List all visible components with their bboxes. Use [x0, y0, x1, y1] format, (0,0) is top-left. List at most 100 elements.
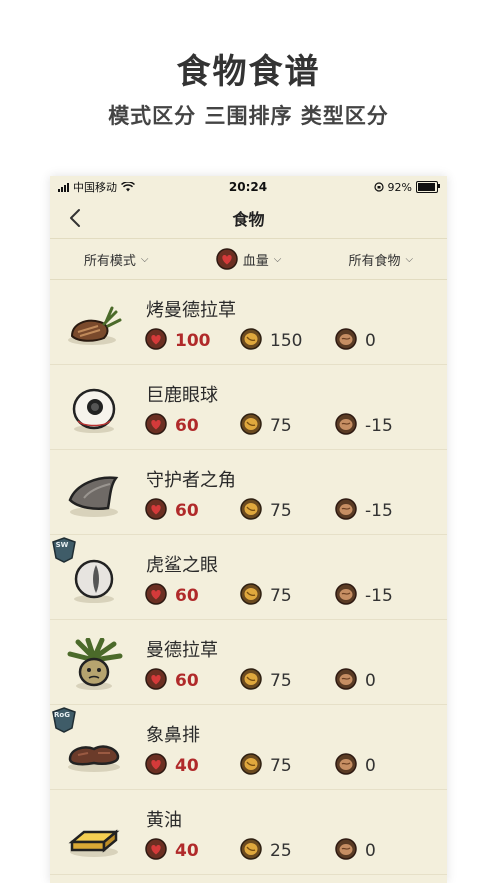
health-value: 60 [175, 586, 199, 606]
health-value: 60 [175, 416, 199, 436]
food-name: 巨鹿眼球 [146, 385, 218, 406]
hunger-value: 25 [270, 841, 292, 861]
type-filter[interactable]: 所有食物 ⌵ [315, 250, 447, 269]
food-row[interactable]: 黄油 40 25 0 [50, 790, 447, 875]
hunger-value: 75 [270, 756, 292, 776]
sanity-value: 0 [365, 756, 376, 776]
hunger-icon [240, 753, 262, 779]
chevron-down-icon: ⌵ [273, 253, 282, 265]
sanity-value: 0 [365, 331, 376, 351]
type-filter-label: 所有食物 [348, 253, 401, 269]
health-value: 40 [175, 756, 199, 776]
sanity-icon [335, 328, 357, 354]
status-bar: 中国移动 20:24 92% [50, 176, 447, 198]
hunger-value: 75 [270, 501, 292, 521]
food-stats: 60 75 0 [145, 668, 376, 694]
sanity-stat: -15 [335, 498, 393, 524]
hunger-value: 75 [270, 586, 292, 606]
health-stat: 60 [145, 583, 240, 609]
sanity-value: 0 [365, 671, 376, 691]
trunk-steak-icon [64, 723, 124, 775]
hunger-stat: 75 [240, 583, 335, 609]
hunger-value: 75 [270, 416, 292, 436]
battery-percent: 92% [387, 180, 412, 194]
food-row[interactable]: RoG 象鼻排 40 75 0 [50, 705, 447, 790]
hunger-stat: 25 [240, 838, 335, 864]
health-stat: 60 [145, 668, 240, 694]
hunger-icon [240, 328, 262, 354]
signal-icon [58, 182, 69, 192]
food-stats: 40 25 0 [145, 838, 376, 864]
sanity-stat: -15 [335, 583, 393, 609]
back-icon[interactable] [66, 208, 86, 228]
shark-eye-icon [64, 553, 124, 605]
food-stats: 40 75 0 [145, 753, 376, 779]
food-name: 曼德拉草 [146, 640, 218, 661]
sort-filter[interactable]: 血量 ⌵ [182, 248, 314, 270]
status-time: 20:24 [228, 180, 268, 194]
food-row[interactable]: SW 虎鲨之眼 60 75 -15 [50, 535, 447, 620]
sanity-icon [335, 498, 357, 524]
sanity-icon [335, 838, 357, 864]
health-icon [145, 498, 167, 524]
food-row[interactable]: 曼德拉草 60 75 0 [50, 620, 447, 705]
hunger-icon [240, 583, 262, 609]
health-icon [145, 583, 167, 609]
health-stat: 60 [145, 413, 240, 439]
mode-filter[interactable]: 所有模式 ⌵ [50, 250, 182, 269]
chevron-down-icon: ⌵ [405, 253, 414, 265]
food-list: 烤曼德拉草 100 150 0 巨鹿眼球 60 75 -15 守护者之角 60 75 -15 SW 虎鲨之… [50, 280, 447, 875]
sanity-stat: 0 [335, 838, 376, 864]
orientation-lock-icon [373, 182, 384, 192]
food-name: 黄油 [146, 810, 182, 831]
food-row[interactable]: 烤曼德拉草 100 150 0 [50, 280, 447, 365]
sanity-icon [335, 668, 357, 694]
health-stat: 100 [145, 328, 240, 354]
sanity-stat: 0 [335, 328, 376, 354]
sanity-stat: 0 [335, 753, 376, 779]
phone-screen: 中国移动 20:24 92% 食物 所有模式 ⌵ 血量 ⌵ 所有食物 ⌵ 烤曼德… [50, 176, 447, 883]
food-name: 象鼻排 [146, 725, 200, 746]
hunger-value: 75 [270, 671, 292, 691]
food-stats: 60 75 -15 [145, 413, 393, 439]
mode-badge-label: SW [55, 541, 69, 549]
mode-badge-label: RoG [54, 711, 70, 719]
hunger-stat: 150 [240, 328, 335, 354]
hunger-stat: 75 [240, 753, 335, 779]
food-row[interactable]: 守护者之角 60 75 -15 [50, 450, 447, 535]
promo-subtitle: 模式区分 三围排序 类型区分 [108, 104, 389, 128]
eyeball-icon [64, 383, 124, 435]
food-stats: 100 150 0 [145, 328, 376, 354]
sanity-value: -15 [365, 501, 393, 521]
page-title: 食物 [232, 210, 265, 229]
hunger-stat: 75 [240, 413, 335, 439]
nav-bar: 食物 [50, 198, 447, 238]
sanity-value: -15 [365, 586, 393, 606]
health-icon [145, 413, 167, 439]
wifi-icon [121, 182, 135, 192]
butter-icon [64, 808, 124, 860]
health-icon [145, 668, 167, 694]
carrier-label: 中国移动 [73, 181, 117, 194]
mode-filter-label: 所有模式 [83, 253, 136, 269]
food-name: 守护者之角 [146, 470, 236, 491]
health-value: 100 [175, 331, 211, 351]
health-stat: 60 [145, 498, 240, 524]
health-value: 60 [175, 671, 199, 691]
hunger-icon [240, 668, 262, 694]
health-icon [145, 753, 167, 779]
food-row[interactable]: 巨鹿眼球 60 75 -15 [50, 365, 447, 450]
promo-title: 食物食谱 [176, 52, 321, 92]
health-value: 40 [175, 841, 199, 861]
health-stat: 40 [145, 753, 240, 779]
cooked-mandrake-icon [64, 298, 124, 350]
health-icon [145, 328, 167, 354]
sanity-value: 0 [365, 841, 376, 861]
horn-icon [64, 468, 124, 520]
chevron-down-icon: ⌵ [140, 253, 149, 265]
hunger-icon [240, 498, 262, 524]
hunger-stat: 75 [240, 668, 335, 694]
hunger-stat: 75 [240, 498, 335, 524]
health-icon [145, 838, 167, 864]
food-stats: 60 75 -15 [145, 498, 393, 524]
